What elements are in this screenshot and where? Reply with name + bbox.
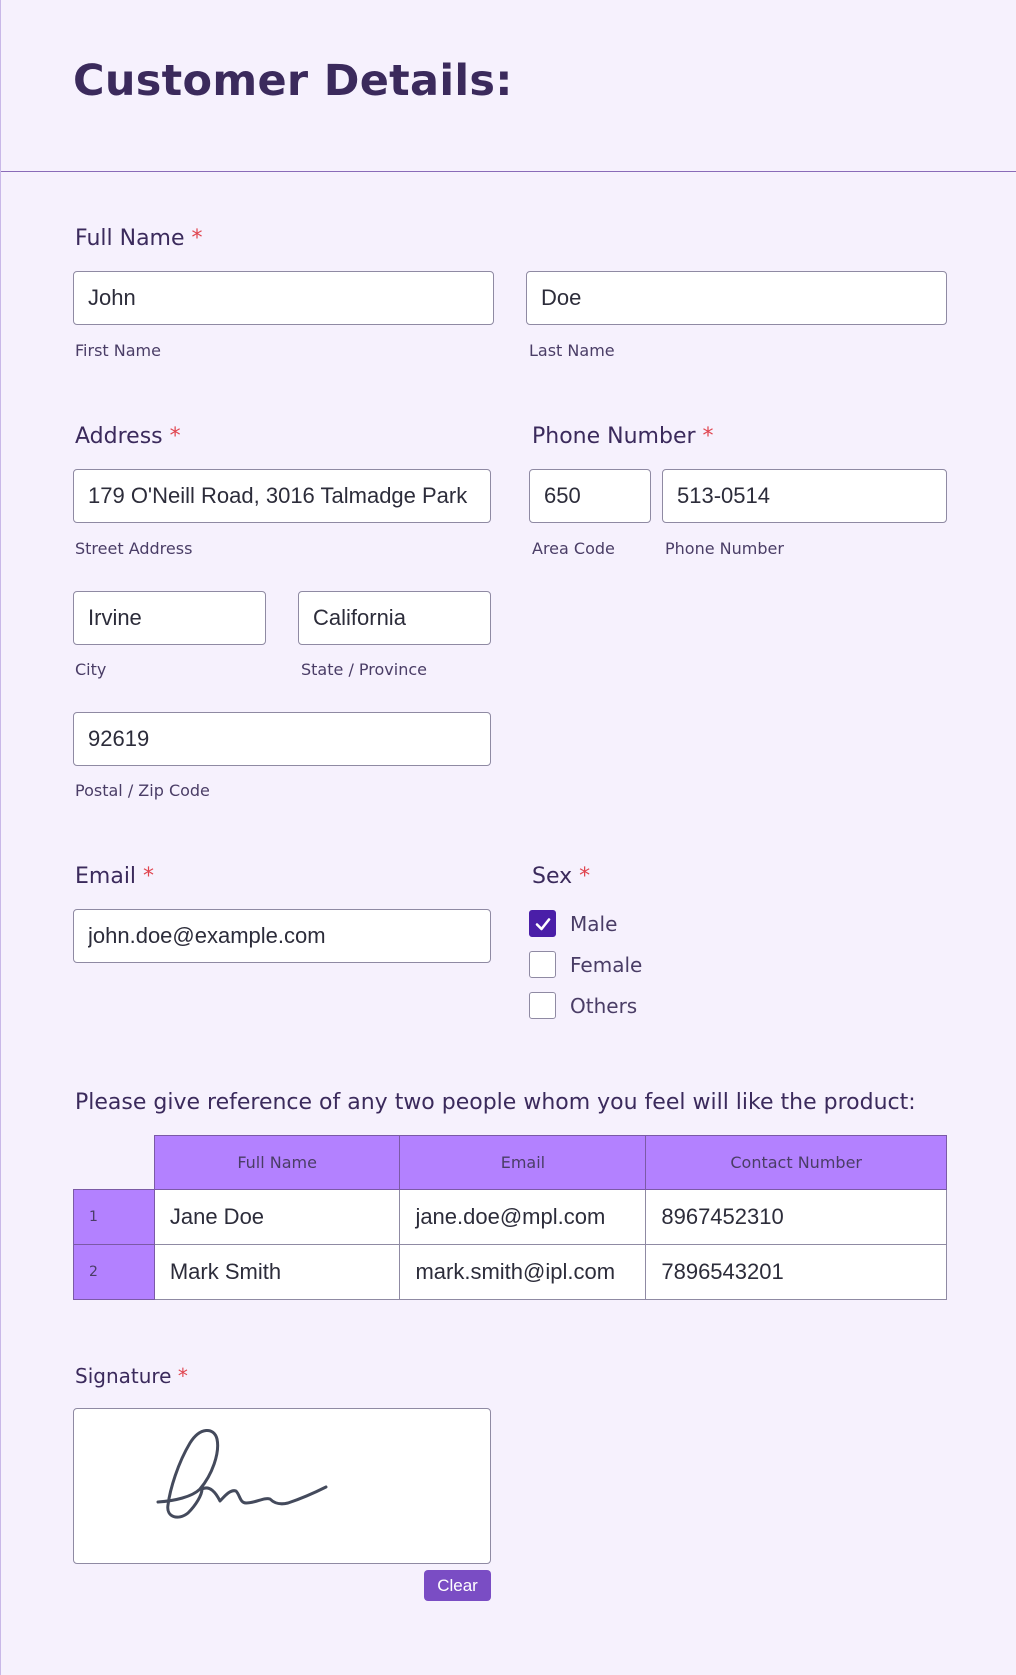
- address-label-text: Address: [75, 424, 163, 449]
- required-asterisk: *: [579, 864, 591, 889]
- email-label-text: Email: [75, 864, 137, 889]
- phone-number-sublabel: Phone Number: [665, 539, 784, 558]
- row-number: 2: [73, 1244, 155, 1300]
- postal-code-sublabel: Postal / Zip Code: [75, 781, 210, 800]
- state-sublabel: State / Province: [301, 660, 427, 679]
- checkmark-icon: [535, 917, 550, 930]
- first-name-sublabel: First Name: [75, 341, 161, 360]
- column-header-full-name: Full Name: [153, 1135, 401, 1190]
- required-asterisk: *: [143, 864, 155, 889]
- full-name-label: Full Name *: [75, 226, 203, 251]
- sex-option-others[interactable]: Others: [529, 992, 637, 1019]
- table-corner: [74, 1136, 155, 1190]
- area-code-sublabel: Area Code: [532, 539, 615, 558]
- signature-pad[interactable]: [73, 1408, 491, 1564]
- required-asterisk: *: [169, 424, 181, 449]
- city-sublabel: City: [75, 660, 107, 679]
- page-title: Customer Details:: [73, 56, 513, 106]
- signature-drawing: [156, 1429, 328, 1519]
- required-asterisk: *: [702, 424, 714, 449]
- last-name-sublabel: Last Name: [529, 341, 615, 360]
- table-row: 2 Mark Smith mark.smith@ipl.com 78965432…: [73, 1244, 947, 1300]
- clear-signature-button[interactable]: Clear: [424, 1570, 491, 1601]
- row-number: 1: [73, 1189, 155, 1245]
- email-field[interactable]: [73, 909, 491, 963]
- reference-name-cell[interactable]: Jane Doe: [153, 1189, 401, 1245]
- reference-contact-cell[interactable]: 7896543201: [645, 1244, 947, 1300]
- full-name-label-text: Full Name: [75, 226, 185, 251]
- reference-email-cell[interactable]: mark.smith@ipl.com: [399, 1244, 647, 1300]
- form-page: Customer Details: Full Name * First Name…: [0, 0, 1016, 1675]
- column-header-contact-number: Contact Number: [645, 1135, 947, 1190]
- phone-number-label: Phone Number *: [532, 424, 714, 449]
- female-label: Female: [570, 952, 643, 977]
- reference-name-cell[interactable]: Mark Smith: [153, 1244, 401, 1300]
- email-label: Email *: [75, 864, 154, 889]
- male-checkbox[interactable]: [529, 910, 556, 937]
- postal-code-input[interactable]: [73, 712, 491, 766]
- required-asterisk: *: [177, 1364, 188, 1388]
- phone-number-input[interactable]: [662, 469, 947, 523]
- last-name-input[interactable]: [526, 271, 947, 325]
- address-label: Address *: [75, 424, 181, 449]
- required-asterisk: *: [191, 226, 203, 251]
- sex-option-male[interactable]: Male: [529, 910, 617, 937]
- signature-label-text: Signature: [75, 1364, 172, 1388]
- table-row: 1 Jane Doe jane.doe@mpl.com 8967452310: [73, 1189, 947, 1245]
- reference-question: Please give reference of any two people …: [75, 1090, 916, 1115]
- sex-label-text: Sex: [532, 864, 573, 889]
- others-checkbox[interactable]: [529, 992, 556, 1019]
- first-name-input[interactable]: [73, 271, 494, 325]
- reference-contact-cell[interactable]: 8967452310: [645, 1189, 947, 1245]
- street-address-input[interactable]: [73, 469, 491, 523]
- city-input[interactable]: [73, 591, 266, 645]
- male-label: Male: [570, 911, 618, 936]
- signature-label: Signature *: [75, 1364, 188, 1388]
- reference-email-cell[interactable]: jane.doe@mpl.com: [399, 1189, 647, 1245]
- others-label: Others: [570, 993, 638, 1018]
- table-header-row: Full Name Email Contact Number: [74, 1135, 947, 1190]
- sex-option-female[interactable]: Female: [529, 951, 642, 978]
- female-checkbox[interactable]: [529, 951, 556, 978]
- street-address-sublabel: Street Address: [75, 539, 193, 558]
- reference-table: Full Name Email Contact Number 1 Jane Do…: [73, 1135, 947, 1300]
- form-header: Customer Details:: [1, 0, 1016, 172]
- area-code-input[interactable]: [529, 469, 651, 523]
- column-header-email: Email: [399, 1135, 647, 1190]
- sex-label: Sex *: [532, 864, 590, 889]
- phone-number-label-text: Phone Number: [532, 424, 696, 449]
- state-input[interactable]: [298, 591, 491, 645]
